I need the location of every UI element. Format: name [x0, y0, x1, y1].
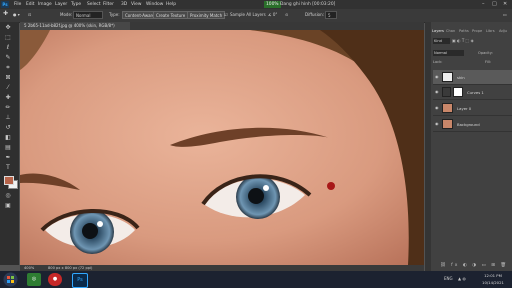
window-controls: – □ ✕ — [478, 0, 512, 9]
kind-filter-select[interactable]: Kind — [433, 38, 450, 44]
workspace-icon[interactable]: ▭ — [503, 12, 507, 17]
menu-help[interactable]: Help — [166, 1, 176, 8]
recorder-icon[interactable]: ● — [48, 273, 62, 286]
type-label: Type: — [109, 12, 120, 17]
menu-file[interactable]: File — [14, 1, 21, 8]
opacity-label: Opacity: — [478, 51, 493, 55]
clock-time: 12:01 PM — [484, 273, 502, 278]
layer-thumbnail — [442, 72, 453, 82]
maximize-icon[interactable]: □ — [492, 1, 497, 7]
type-tool-icon[interactable]: T — [3, 164, 13, 172]
healing-brush-tool-icon[interactable]: ✚ — [3, 94, 13, 102]
document-tab[interactable]: 5 2b65-11ad-b82f.jpg @ 400% (skin, RGB/8… — [20, 22, 130, 30]
clock-date: 10/14/2021 — [482, 280, 504, 285]
layer-mask-thumbnail — [453, 87, 463, 97]
tab-paths[interactable]: Paths — [459, 29, 469, 33]
marquee-tool-icon[interactable]: ⬚ — [3, 34, 13, 42]
lock-label: Lock: — [433, 60, 443, 64]
minimize-icon[interactable]: – — [482, 1, 485, 7]
menu-type[interactable]: Type — [71, 1, 81, 8]
layer-name: Background — [457, 122, 480, 127]
lasso-tool-icon[interactable]: ℓ — [3, 44, 13, 52]
diffusion-label: Diffusion: — [305, 12, 325, 17]
tools-panel: ✥ ⬚ ℓ ✎ ⌗ ⊠ ⁄ ✚ ✏ ⊥ ↺ ◧ ▤ ✒ T ◎ ▣ — [0, 22, 19, 265]
curves-adjustment-icon — [442, 87, 451, 97]
move-tool-icon[interactable]: ✥ — [3, 24, 13, 32]
close-icon[interactable]: ✕ — [503, 1, 507, 7]
tab-layers[interactable]: Layers — [432, 29, 444, 33]
layer-row-background[interactable]: ◉ Background — [433, 117, 512, 132]
tray-lang[interactable]: ENG — [444, 276, 453, 281]
eyedropper-tool-icon[interactable]: ⁄ — [3, 84, 13, 92]
history-brush-tool-icon[interactable]: ↺ — [3, 124, 13, 132]
mode-select[interactable]: Normal — [73, 11, 103, 19]
photoshop-logo-icon[interactable]: Ps — [1, 1, 9, 8]
create-texture-button[interactable]: Create Texture — [153, 11, 189, 19]
layer-filter-icons[interactable]: ▣ ◐ T ⬚ ◈ — [452, 38, 474, 43]
visibility-eye-icon[interactable]: ◉ — [435, 106, 440, 110]
visibility-eye-icon[interactable]: ◉ — [435, 122, 440, 126]
visibility-eye-icon[interactable]: ◉ — [435, 75, 440, 79]
layer-row-curves[interactable]: ◉ Curves 1 — [433, 85, 512, 100]
frame-tool-icon[interactable]: ⊠ — [3, 74, 13, 82]
menu-window[interactable]: Window — [146, 1, 163, 8]
layer-name: Curves 1 — [467, 90, 484, 95]
menu-layer[interactable]: Layer — [55, 1, 67, 8]
fill-label: Fill: — [485, 60, 492, 64]
portrait-photo — [20, 30, 424, 265]
menu-image[interactable]: Image — [38, 1, 52, 8]
windows-start-icon[interactable] — [3, 272, 18, 287]
tab-adjustments[interactable]: Adju — [499, 29, 507, 33]
crop-tool-icon[interactable]: ⌗ — [3, 64, 13, 72]
quick-select-tool-icon[interactable]: ✎ — [3, 54, 13, 62]
visibility-eye-icon[interactable]: ◉ — [435, 90, 440, 94]
menu-filter[interactable]: Filter — [103, 1, 114, 8]
sample-all-layers-checkbox[interactable]: ☑ — [224, 12, 228, 17]
pressure-icon[interactable]: ⊙ — [285, 12, 288, 17]
diffusion-input[interactable]: 5 — [325, 11, 337, 19]
system-clock[interactable]: 12:01 PM 10/14/2021 — [474, 272, 512, 286]
blend-mode-label: Normal — [434, 51, 448, 55]
angle-icon[interactable]: ∡ 0° — [268, 12, 277, 17]
blemish-spot — [327, 182, 335, 190]
recording-title: Đang ghi hình [00:03:20] — [280, 2, 336, 7]
options-bar: ✚ ● ▾ ⊡ Mode: Normal Type: Content-Aware… — [0, 9, 512, 23]
gradient-tool-icon[interactable]: ▤ — [3, 144, 13, 152]
tab-channels[interactable]: Chan — [446, 29, 455, 33]
kind-filter-label: Kind — [434, 39, 442, 43]
layer-actions-icons[interactable]: ⛓ fx ◐ ◑ ▭ ⊞ 🗑 — [440, 263, 508, 268]
quick-mask-icon[interactable]: ◎ — [3, 192, 13, 200]
layer-row-layer0[interactable]: ◉ Layer 0 — [433, 101, 512, 116]
layer-name: Layer 0 — [457, 106, 472, 111]
layer-row-skin[interactable]: ◉ skin — [433, 70, 512, 85]
photoshop-taskbar-icon[interactable]: Ps — [72, 273, 88, 288]
screen-mode-icon[interactable]: ▣ — [3, 202, 13, 210]
eraser-tool-icon[interactable]: ◧ — [3, 134, 13, 142]
menu-3d[interactable]: 3D — [121, 1, 127, 8]
zoom-indicator: 100% — [264, 1, 281, 8]
brush-settings-icon[interactable]: ⊡ — [28, 12, 31, 17]
clone-stamp-tool-icon[interactable]: ⊥ — [3, 114, 13, 122]
tab-libraries[interactable]: Librs — [486, 29, 495, 33]
taskbar-app-icon[interactable]: ◎ — [27, 273, 41, 286]
spot-healing-tool-icon[interactable]: ✚ — [3, 10, 8, 17]
document-canvas[interactable] — [20, 30, 424, 265]
brush-preset-picker[interactable]: ● ▾ — [13, 12, 20, 17]
menu-view[interactable]: View — [131, 1, 141, 8]
panel-icon-strip — [425, 22, 431, 271]
tab-properties[interactable]: Prope — [472, 29, 482, 33]
foreground-color-swatch[interactable] — [4, 176, 14, 185]
tray-network-icon[interactable]: ▲ ◍ — [458, 276, 466, 281]
mode-label: Mode: — [60, 12, 73, 17]
brush-tool-icon[interactable]: ✏ — [3, 104, 13, 112]
pen-tool-icon[interactable]: ✒ — [3, 154, 13, 162]
layer-thumbnail — [442, 103, 453, 113]
sample-all-layers-label: Sample All Layers — [230, 12, 266, 17]
layer-name: skin — [457, 75, 465, 80]
menu-select[interactable]: Select — [87, 1, 101, 8]
proximity-match-button[interactable]: Proximity Match — [187, 11, 226, 19]
menu-edit[interactable]: Edit — [26, 1, 35, 8]
layer-thumbnail — [442, 119, 453, 129]
blend-mode-select[interactable]: Normal — [433, 50, 464, 56]
